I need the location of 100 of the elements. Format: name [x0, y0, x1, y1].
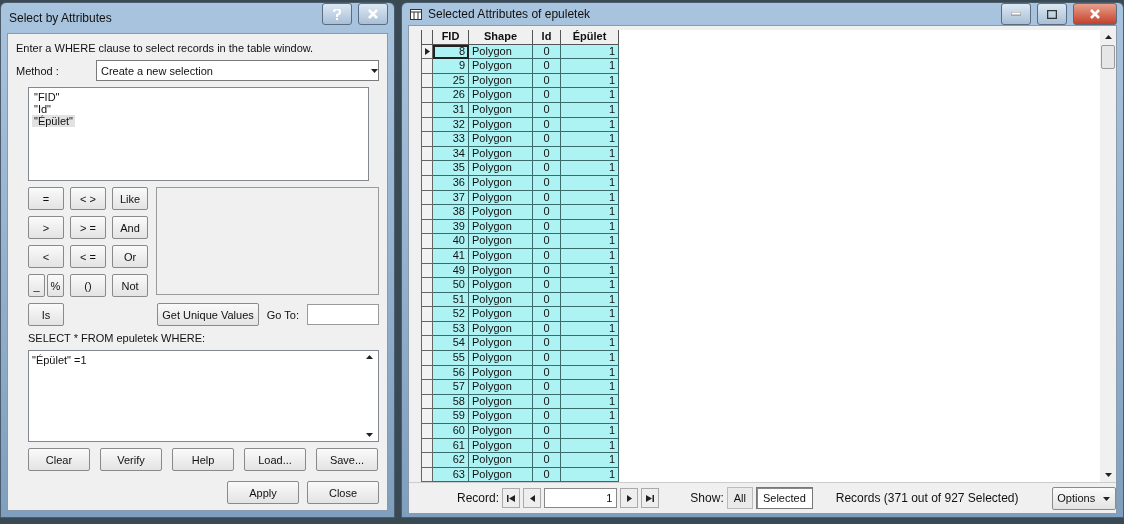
table-cell: 50 [433, 278, 469, 293]
operator-button[interactable]: And [112, 216, 148, 239]
method-label: Method : [16, 64, 60, 77]
operator-button[interactable]: Or [112, 245, 148, 268]
table-cell: 57 [433, 380, 469, 395]
action-button[interactable]: Save... [316, 448, 378, 471]
scroll-down-icon [365, 431, 373, 438]
table-cell: 1 [561, 161, 619, 176]
table-icon [410, 8, 422, 20]
previous-record-button[interactable] [523, 488, 542, 509]
action-button[interactable]: Verify [100, 448, 162, 471]
goto-field[interactable] [307, 304, 379, 325]
operator-button[interactable]: < [28, 245, 64, 268]
table-cell: 0 [533, 132, 561, 147]
record-label: Record: [457, 491, 500, 506]
table-cell: 1 [561, 234, 619, 249]
close-button[interactable] [358, 3, 388, 25]
field-item[interactable]: "Id" [32, 103, 53, 115]
operator-button[interactable]: () [70, 274, 106, 297]
minimize-button[interactable] [1001, 3, 1031, 25]
operator-button[interactable]: < > [70, 187, 106, 210]
sql-label: SELECT * FROM epuletek WHERE: [28, 332, 207, 344]
scroll-down-icon [1104, 471, 1112, 479]
table-cell: 1 [561, 409, 619, 425]
goto-label: Go To: [266, 308, 299, 321]
table-cell: 1 [561, 380, 619, 395]
table-cell: Polygon [469, 278, 533, 293]
show-toggle[interactable]: All [726, 487, 753, 510]
table-cell: 0 [533, 380, 561, 395]
table-cell: Polygon [469, 205, 533, 220]
operator-button[interactable]: > [28, 216, 64, 239]
maximize-icon [1047, 9, 1057, 19]
first-icon [507, 494, 516, 502]
table-cell: 52 [433, 307, 469, 322]
last-icon [646, 494, 655, 502]
is-button[interactable]: Is [28, 303, 64, 326]
scroll-up-icon [365, 354, 373, 361]
close-icon [1090, 9, 1100, 19]
field-item[interactable]: "Épület" [32, 115, 75, 127]
operator-button[interactable]: Not [112, 274, 148, 297]
table-cell: 59 [433, 409, 469, 425]
help-button[interactable] [322, 3, 352, 25]
operator-button[interactable]: Like [112, 187, 148, 210]
table-cell: Polygon [469, 59, 533, 74]
table-cell: 33 [433, 132, 469, 147]
column-header[interactable]: Épület [561, 30, 619, 45]
column-header[interactable]: Id [533, 30, 561, 45]
table-cell: 38 [433, 205, 469, 220]
table-cell: 0 [533, 336, 561, 352]
close-icon [368, 9, 378, 19]
table-cell: 1 [561, 424, 619, 439]
table-cell: 0 [533, 161, 561, 176]
table-cell: 55 [433, 351, 469, 366]
table-cell: Polygon [469, 307, 533, 322]
next-record-button[interactable] [620, 488, 639, 509]
table-cell: 1 [561, 336, 619, 352]
dialog-button[interactable]: Close [307, 481, 379, 504]
table-cell: 0 [533, 453, 561, 468]
record-field[interactable]: 1 [544, 488, 618, 509]
action-button[interactable]: Clear [28, 448, 90, 471]
close-button[interactable] [1073, 3, 1117, 25]
expression-field[interactable]: "Épület" =1 [28, 350, 379, 442]
scroll-up-icon [1104, 34, 1112, 41]
table-cell: Polygon [469, 132, 533, 147]
table-cell: 0 [533, 307, 561, 322]
last-record-button[interactable] [641, 488, 660, 509]
maximize-button[interactable] [1037, 3, 1067, 25]
table-cell: 1 [561, 132, 619, 147]
table-cell: 1 [561, 59, 619, 74]
action-button[interactable]: Help [172, 448, 234, 471]
operator-button[interactable]: % [47, 274, 64, 297]
scroll-thumb[interactable] [1101, 45, 1115, 69]
show-toggle[interactable]: Selected [755, 487, 813, 510]
records-status: Records (371 out of 927 Selected) [835, 491, 1019, 506]
window-title: Selected Attributes of epuletek [428, 7, 592, 21]
operator-button[interactable]: = [28, 187, 64, 210]
dropdown-arrow-icon [1103, 494, 1111, 502]
action-button[interactable]: Load... [244, 448, 306, 471]
column-header[interactable]: Shape [469, 30, 533, 45]
table-cell: 1 [561, 88, 619, 103]
table-cell: 9 [433, 59, 469, 74]
get-unique-values-button[interactable]: Get Unique Values [157, 303, 259, 326]
table-cell: 26 [433, 88, 469, 103]
method-dropdown[interactable]: Create a new selection [96, 60, 379, 81]
table-cell: 0 [533, 234, 561, 249]
column-header[interactable]: FID [433, 30, 469, 45]
table-cell: Polygon [469, 88, 533, 103]
table-cell: 0 [533, 409, 561, 425]
instruction-text: Enter a WHERE clause to select records in the table window. [16, 42, 315, 54]
table-cell: Polygon [469, 234, 533, 249]
first-record-button[interactable] [502, 488, 521, 509]
operator-button[interactable]: _ [28, 274, 45, 297]
field-item[interactable]: "FID" [32, 91, 62, 103]
options-button[interactable]: Options [1051, 486, 1116, 510]
operator-button[interactable]: < = [70, 245, 106, 268]
dialog-button[interactable]: Apply [227, 481, 299, 504]
table-cell: Polygon [469, 161, 533, 176]
table-cell: 0 [533, 424, 561, 439]
operator-button[interactable]: > = [70, 216, 106, 239]
table-cell: 1 [561, 205, 619, 220]
